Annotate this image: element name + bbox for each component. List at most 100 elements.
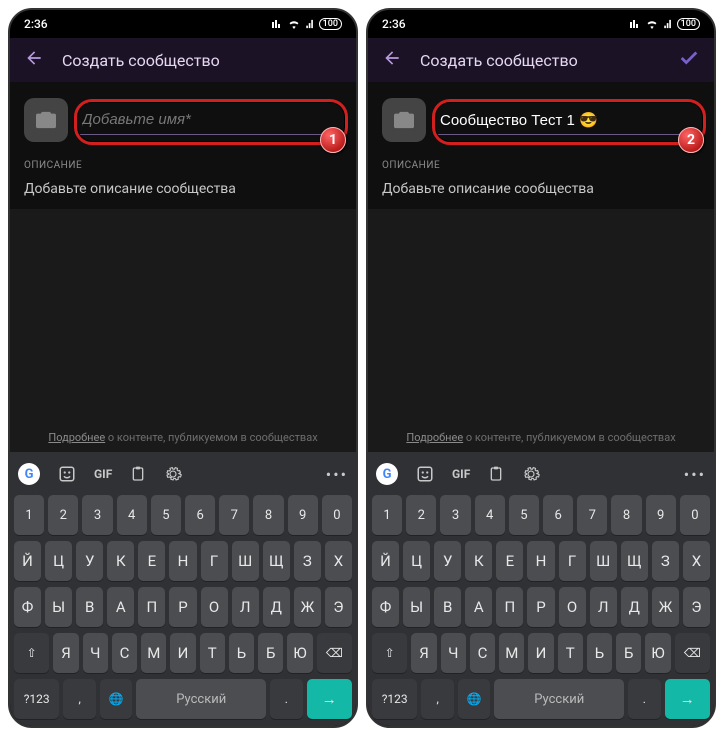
key-Д[interactable]: Д	[621, 587, 648, 627]
key-О[interactable]: О	[201, 587, 228, 627]
key-К[interactable]: К	[465, 541, 492, 581]
key-Щ[interactable]: Щ	[621, 541, 648, 581]
key-Ю[interactable]: Ю	[645, 633, 670, 673]
key-1[interactable]: 1	[14, 495, 44, 535]
key-?123[interactable]: ?123	[372, 679, 417, 719]
key-⇧[interactable]: ⇧	[372, 633, 407, 673]
settings-icon[interactable]	[164, 465, 182, 483]
description-placeholder[interactable]: Добавьте описание сообщества	[382, 171, 700, 201]
key-Щ[interactable]: Щ	[263, 541, 290, 581]
key-Б[interactable]: Б	[616, 633, 641, 673]
key-→[interactable]: →	[307, 679, 352, 719]
key-Д[interactable]: Д	[263, 587, 290, 627]
key-⌫[interactable]: ⌫	[675, 633, 710, 673]
key-С[interactable]: С	[112, 633, 137, 673]
key-Ш[interactable]: Ш	[590, 541, 617, 581]
key-.[interactable]: .	[628, 679, 660, 719]
key-Русский[interactable]: Русский	[136, 679, 266, 719]
key-4[interactable]: 4	[475, 495, 505, 535]
key-А[interactable]: А	[107, 587, 134, 627]
key-Н[interactable]: Н	[527, 541, 554, 581]
key-Ф[interactable]: Ф	[372, 587, 399, 627]
key-⌫[interactable]: ⌫	[317, 633, 352, 673]
key-7[interactable]: 7	[219, 495, 249, 535]
key-Й[interactable]: Й	[14, 541, 41, 581]
key-Ц[interactable]: Ц	[403, 541, 430, 581]
key-Е[interactable]: Е	[138, 541, 165, 581]
key-Ф[interactable]: Ф	[14, 587, 41, 627]
key-Х[interactable]: Х	[325, 541, 352, 581]
key-Н[interactable]: Н	[169, 541, 196, 581]
key-5[interactable]: 5	[509, 495, 539, 535]
key-З[interactable]: З	[294, 541, 321, 581]
key-🌐[interactable]: 🌐	[100, 679, 132, 719]
key-О[interactable]: О	[559, 587, 586, 627]
key-Ц[interactable]: Ц	[45, 541, 72, 581]
key-Я[interactable]: Я	[53, 633, 78, 673]
info-line[interactable]: Подробнее о контенте, публикуемом в сооб…	[48, 431, 317, 444]
key-Русский[interactable]: Русский	[494, 679, 624, 719]
sticker-icon[interactable]	[58, 465, 76, 483]
key-3[interactable]: 3	[82, 495, 112, 535]
key-Т[interactable]: Т	[558, 633, 583, 673]
google-icon[interactable]: G	[18, 463, 40, 485]
key-5[interactable]: 5	[151, 495, 181, 535]
key-К[interactable]: К	[107, 541, 134, 581]
key-Х[interactable]: Х	[683, 541, 710, 581]
sticker-icon[interactable]	[416, 465, 434, 483]
key-Ь[interactable]: Ь	[587, 633, 612, 673]
key-2[interactable]: 2	[406, 495, 436, 535]
back-button[interactable]	[376, 42, 408, 78]
key-9[interactable]: 9	[288, 495, 318, 535]
key-Ю[interactable]: Ю	[287, 633, 312, 673]
key-П[interactable]: П	[496, 587, 523, 627]
community-name-input[interactable]	[80, 105, 342, 135]
key-?123[interactable]: ?123	[14, 679, 59, 719]
key-8[interactable]: 8	[611, 495, 641, 535]
gif-button[interactable]: GIF	[94, 467, 112, 481]
key-Р[interactable]: Р	[527, 587, 554, 627]
key-Ж[interactable]: Ж	[294, 587, 321, 627]
key-.[interactable]: .	[270, 679, 302, 719]
key-1[interactable]: 1	[372, 495, 402, 535]
key-Ы[interactable]: Ы	[45, 587, 72, 627]
key-Т[interactable]: Т	[200, 633, 225, 673]
key-9[interactable]: 9	[646, 495, 676, 535]
key-Й[interactable]: Й	[372, 541, 399, 581]
more-icon[interactable]: •••	[684, 465, 706, 484]
key-Ч[interactable]: Ч	[441, 633, 466, 673]
key-⇧[interactable]: ⇧	[14, 633, 49, 673]
key-,[interactable]: ,	[421, 679, 453, 719]
key-У[interactable]: У	[76, 541, 103, 581]
community-name-input[interactable]	[438, 105, 700, 135]
key-7[interactable]: 7	[577, 495, 607, 535]
key-С[interactable]: С	[470, 633, 495, 673]
key-🌐[interactable]: 🌐	[458, 679, 490, 719]
key-Л[interactable]: Л	[232, 587, 259, 627]
key-Л[interactable]: Л	[590, 587, 617, 627]
key-Ш[interactable]: Ш	[232, 541, 259, 581]
key-М[interactable]: М	[499, 633, 524, 673]
key-Ь[interactable]: Ь	[229, 633, 254, 673]
key-0[interactable]: 0	[680, 495, 710, 535]
key-Э[interactable]: Э	[325, 587, 352, 627]
key-Ч[interactable]: Ч	[83, 633, 108, 673]
key-Е[interactable]: Е	[496, 541, 523, 581]
key-Э[interactable]: Э	[683, 587, 710, 627]
key-Я[interactable]: Я	[411, 633, 436, 673]
key-Г[interactable]: Г	[559, 541, 586, 581]
key-4[interactable]: 4	[117, 495, 147, 535]
more-icon[interactable]: •••	[326, 465, 348, 484]
add-photo-button[interactable]	[24, 98, 68, 142]
key-2[interactable]: 2	[48, 495, 78, 535]
key-Р[interactable]: Р	[169, 587, 196, 627]
clipboard-icon[interactable]	[130, 465, 146, 483]
key-В[interactable]: В	[434, 587, 461, 627]
key-6[interactable]: 6	[543, 495, 573, 535]
key-→[interactable]: →	[665, 679, 710, 719]
settings-icon[interactable]	[522, 465, 540, 483]
gif-button[interactable]: GIF	[452, 467, 470, 481]
key-Б[interactable]: Б	[258, 633, 283, 673]
key-И[interactable]: И	[170, 633, 195, 673]
key-В[interactable]: В	[76, 587, 103, 627]
